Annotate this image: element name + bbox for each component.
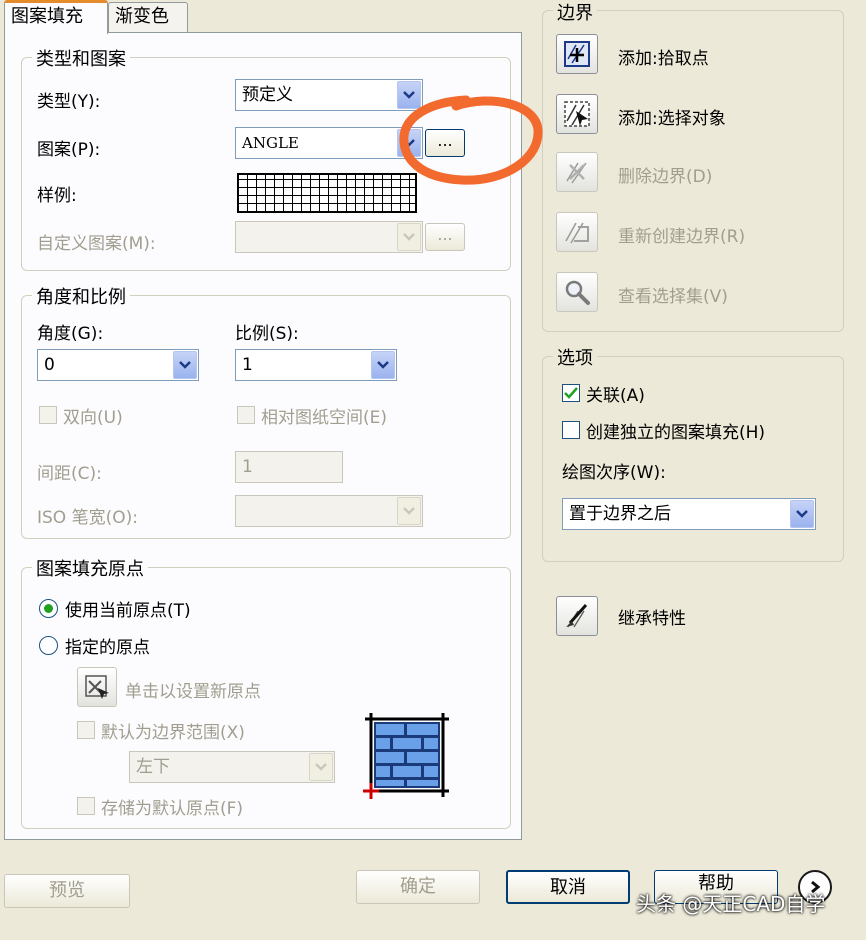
draw-order-value: 置于边界之后 bbox=[569, 504, 671, 524]
select-objects-icon bbox=[564, 101, 590, 127]
add-select-objects-button[interactable] bbox=[556, 94, 598, 134]
origin-position-select[interactable]: 左下 bbox=[129, 751, 335, 783]
checkmark-icon bbox=[564, 387, 578, 399]
spacing-input[interactable]: 1 bbox=[235, 451, 343, 483]
iso-select[interactable] bbox=[235, 495, 423, 527]
add-pick-point-button[interactable] bbox=[556, 34, 598, 74]
independent-hatch-checkbox[interactable] bbox=[562, 421, 580, 439]
draw-order-label: 绘图次序(W): bbox=[562, 463, 666, 483]
origin-title: 图案填充原点 bbox=[32, 555, 148, 581]
inherit-properties-label[interactable]: 继承特性 bbox=[618, 604, 686, 629]
pattern-label: 图案(P): bbox=[37, 140, 101, 160]
paintbrush-icon bbox=[566, 604, 588, 628]
chevron-down-icon[interactable] bbox=[371, 351, 395, 379]
chevron-down-icon[interactable] bbox=[309, 753, 333, 781]
type-select[interactable]: 预定义 bbox=[235, 79, 423, 111]
double-checkbox[interactable] bbox=[39, 406, 57, 424]
angle-label: 角度(G): bbox=[37, 324, 104, 344]
chevron-down-icon[interactable] bbox=[790, 500, 814, 528]
set-origin-button[interactable] bbox=[77, 667, 117, 707]
relative-paper-checkbox[interactable] bbox=[237, 406, 255, 424]
magnifier-icon bbox=[565, 280, 590, 305]
preview-button[interactable]: 预览 bbox=[4, 874, 130, 908]
recreate-boundary-icon bbox=[565, 222, 589, 244]
pattern-select[interactable]: ANGLE bbox=[235, 127, 423, 159]
angle-value: 0 bbox=[44, 355, 55, 375]
store-default-checkbox[interactable] bbox=[77, 797, 95, 815]
type-label: 类型(Y): bbox=[37, 92, 101, 112]
options-title: 选项 bbox=[553, 344, 597, 370]
view-selection-button[interactable] bbox=[556, 272, 598, 312]
associative-label: 关联(A) bbox=[586, 386, 645, 406]
remove-boundary-button[interactable] bbox=[556, 152, 598, 192]
chevron-down-icon[interactable] bbox=[397, 223, 421, 251]
relative-paper-label: 相对图纸空间(E) bbox=[261, 408, 388, 428]
angle-select[interactable]: 0 bbox=[37, 349, 199, 381]
chevron-down-icon[interactable] bbox=[397, 497, 421, 525]
type-value: 预定义 bbox=[242, 85, 293, 105]
use-current-origin-label: 使用当前原点(T) bbox=[65, 601, 191, 621]
custom-browse-button[interactable]: ... bbox=[425, 223, 465, 251]
scale-label: 比例(S): bbox=[235, 324, 299, 344]
add-select-objects-label[interactable]: 添加:选择对象 bbox=[618, 104, 726, 129]
default-boundary-checkbox[interactable] bbox=[77, 721, 95, 739]
custom-pattern-select[interactable] bbox=[235, 221, 423, 253]
remove-boundary-icon bbox=[566, 162, 587, 184]
add-pick-point-label[interactable]: 添加:拾取点 bbox=[618, 44, 709, 69]
pick-point-icon bbox=[564, 41, 590, 67]
default-boundary-label: 默认为边界范围(X) bbox=[101, 723, 245, 743]
custom-pattern-label: 自定义图案(M): bbox=[37, 234, 156, 254]
specified-origin-label: 指定的原点 bbox=[65, 638, 150, 658]
swatch-label: 样例: bbox=[37, 186, 77, 206]
brick-pattern-preview-icon bbox=[363, 713, 449, 799]
recreate-boundary-label[interactable]: 重新创建边界(R) bbox=[618, 222, 745, 247]
chevron-down-icon[interactable] bbox=[173, 351, 197, 379]
tab-gradient[interactable]: 渐变色 bbox=[108, 2, 188, 32]
watermark-text: 头条 @天正CAD自学 bbox=[636, 892, 826, 916]
specified-origin-radio[interactable] bbox=[39, 636, 58, 655]
independent-hatch-label: 创建独立的图案填充(H) bbox=[586, 423, 766, 443]
inherit-properties-button[interactable] bbox=[556, 596, 598, 636]
scale-value: 1 bbox=[242, 355, 253, 375]
double-label: 双向(U) bbox=[63, 408, 123, 428]
view-selection-label[interactable]: 查看选择集(V) bbox=[618, 282, 728, 307]
recreate-boundary-button[interactable] bbox=[556, 212, 598, 252]
tab-hatch[interactable]: 图案填充 bbox=[4, 0, 108, 34]
spacing-label: 间距(C): bbox=[37, 464, 102, 484]
scale-select[interactable]: 1 bbox=[235, 349, 397, 381]
angle-scale-title: 角度和比例 bbox=[32, 283, 130, 309]
ok-button[interactable]: 确定 bbox=[356, 870, 480, 904]
cancel-button[interactable]: 取消 bbox=[506, 870, 630, 904]
remove-boundary-label[interactable]: 删除边界(D) bbox=[618, 162, 712, 187]
use-current-origin-radio[interactable] bbox=[39, 599, 58, 618]
iso-label: ISO 笔宽(O): bbox=[37, 508, 138, 528]
click-set-origin-label: 单击以设置新原点 bbox=[125, 682, 261, 702]
pattern-value: ANGLE bbox=[242, 134, 299, 152]
draw-order-select[interactable]: 置于边界之后 bbox=[562, 498, 816, 530]
type-pattern-title: 类型和图案 bbox=[32, 45, 130, 71]
store-default-label: 存储为默认原点(F) bbox=[101, 799, 244, 819]
annotation-circle-icon bbox=[399, 95, 543, 185]
boundary-title: 边界 bbox=[553, 0, 597, 25]
associative-checkbox[interactable] bbox=[562, 384, 580, 402]
crosshair-cursor-icon bbox=[85, 675, 109, 699]
pattern-swatch[interactable] bbox=[237, 173, 417, 213]
spacing-value: 1 bbox=[242, 457, 253, 477]
origin-position-value: 左下 bbox=[136, 757, 170, 777]
